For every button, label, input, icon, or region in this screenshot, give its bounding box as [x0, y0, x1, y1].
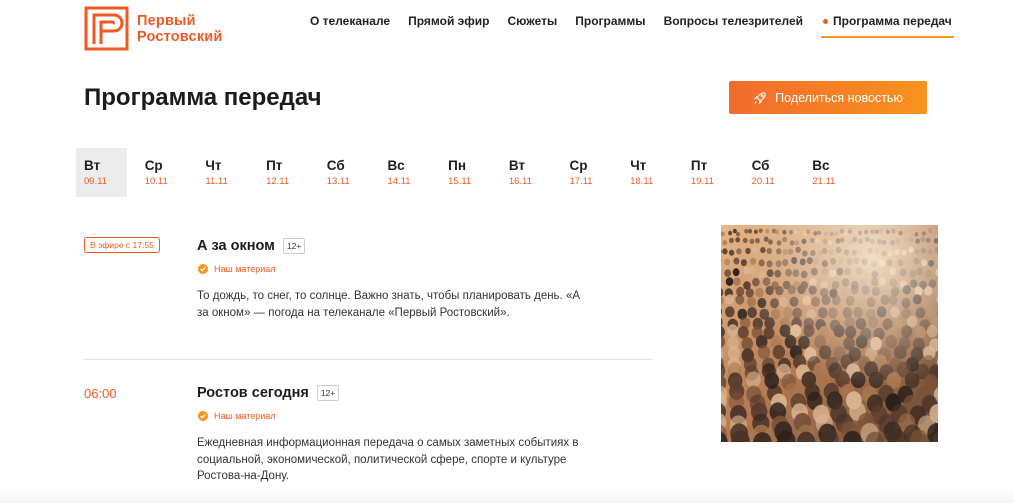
nav-item-programs[interactable]: Программы	[575, 14, 645, 38]
program-divider	[84, 359, 652, 360]
nav-item-schedule[interactable]: Программа передач	[821, 14, 954, 38]
day-tab[interactable]: Чт 11.11	[197, 148, 248, 197]
program-body: Ростов сегодня 12+ Наш материал Ежедневн…	[197, 383, 617, 485]
day-tabs: Вт 09.11 Ср 10.11 Чт 11.11 Пт 12.11 Сб 13.11 …	[76, 148, 865, 197]
day-tab[interactable]: Сб 13.11	[319, 148, 370, 197]
day-date: 19.11	[690, 176, 714, 187]
day-tab[interactable]: Ср 17.11	[562, 148, 613, 197]
day-tab[interactable]: Чт 18.11	[622, 148, 673, 197]
share-news-label: Поделиться новостью	[775, 90, 903, 105]
day-name: Пн	[448, 158, 466, 173]
day-name: Чт	[630, 158, 647, 173]
day-name: Сб	[326, 158, 345, 173]
program-body: А за окном 12+ Наш материал То дождь, то…	[197, 236, 617, 321]
program-title[interactable]: Ростов сегодня	[197, 385, 309, 401]
our-material-label: Наш материал	[214, 411, 276, 421]
program-title-row: Ростов сегодня 12+	[197, 383, 617, 403]
day-date: 16.11	[508, 176, 532, 187]
program-title[interactable]: А за окном	[197, 238, 275, 254]
day-name: Вс	[812, 158, 830, 173]
day-name: Вт	[84, 158, 101, 173]
day-name: Ср	[144, 158, 163, 173]
day-date: 09.11	[84, 176, 108, 187]
logo-text: Первый Ростовский	[137, 13, 223, 45]
program-time: 06:00	[84, 386, 117, 401]
our-material-label: Наш материал	[214, 264, 276, 274]
day-date: 13.11	[326, 176, 350, 187]
day-date: 18.11	[630, 176, 654, 187]
logo-line-1: Первый	[137, 12, 196, 29]
day-date: 21.11	[812, 176, 836, 187]
program-description: То дождь, то снег, то солнце. Важно знат…	[197, 290, 581, 319]
day-tab[interactable]: Вт 09.11	[76, 148, 127, 197]
program-photo	[721, 225, 938, 442]
day-tab[interactable]: Пт 12.11	[258, 148, 309, 197]
verified-check-icon	[197, 410, 209, 422]
nav-item-viewer-questions[interactable]: Вопросы телезрителей	[664, 14, 803, 38]
site-logo[interactable]: Первый Ростовский	[84, 6, 223, 51]
day-name: Пт	[266, 158, 283, 173]
day-tab[interactable]: Пт 19.11	[683, 148, 734, 197]
day-tab[interactable]: Вт 16.11	[501, 148, 552, 197]
main-nav: О телеканале Прямой эфир Сюжеты Программ…	[310, 14, 954, 38]
day-date: 12.11	[266, 176, 290, 187]
day-date: 17.11	[569, 176, 593, 187]
day-date: 20.11	[751, 176, 775, 187]
rocket-icon	[754, 91, 766, 104]
verified-check-icon	[197, 263, 209, 275]
on-air-badge: В эфире с 17:55	[84, 237, 160, 253]
age-rating-badge: 12+	[316, 385, 340, 401]
logo-line-2: Ростовский	[137, 28, 223, 45]
share-news-button[interactable]: Поделиться новостью	[729, 81, 927, 114]
day-date: 10.11	[144, 176, 168, 187]
day-name: Чт	[205, 158, 222, 173]
bottom-fade	[0, 486, 1014, 503]
age-rating-badge: 12+	[282, 238, 306, 254]
day-name: Вт	[508, 158, 525, 173]
day-date: 11.11	[205, 176, 228, 187]
nav-item-live[interactable]: Прямой эфир	[408, 14, 489, 38]
day-tab[interactable]: Сб 20.11	[744, 148, 795, 197]
day-tab[interactable]: Вс 21.11	[804, 148, 855, 197]
day-date: 15.11	[448, 176, 472, 187]
day-date: 14.11	[387, 176, 411, 187]
day-name: Пт	[690, 158, 708, 173]
page-title: Программа передач	[84, 84, 322, 111]
day-tab[interactable]: Ср 10.11	[137, 148, 188, 197]
nav-item-about[interactable]: О телеканале	[310, 14, 390, 38]
our-material-badge: Наш материал	[197, 410, 617, 422]
day-tab[interactable]: Вс 14.11	[379, 148, 430, 197]
nav-item-stories[interactable]: Сюжеты	[508, 14, 558, 38]
our-material-badge: Наш материал	[197, 263, 617, 275]
crowd-image	[721, 225, 938, 442]
logo-mark-icon	[84, 6, 129, 51]
day-name: Вс	[387, 158, 405, 173]
day-tab[interactable]: Пн 15.11	[440, 148, 491, 197]
program-title-row: А за окном 12+	[197, 236, 617, 256]
day-name: Сб	[751, 158, 770, 173]
day-name: Ср	[569, 158, 588, 173]
program-description: Ежедневная информационная передача о сам…	[197, 437, 579, 482]
